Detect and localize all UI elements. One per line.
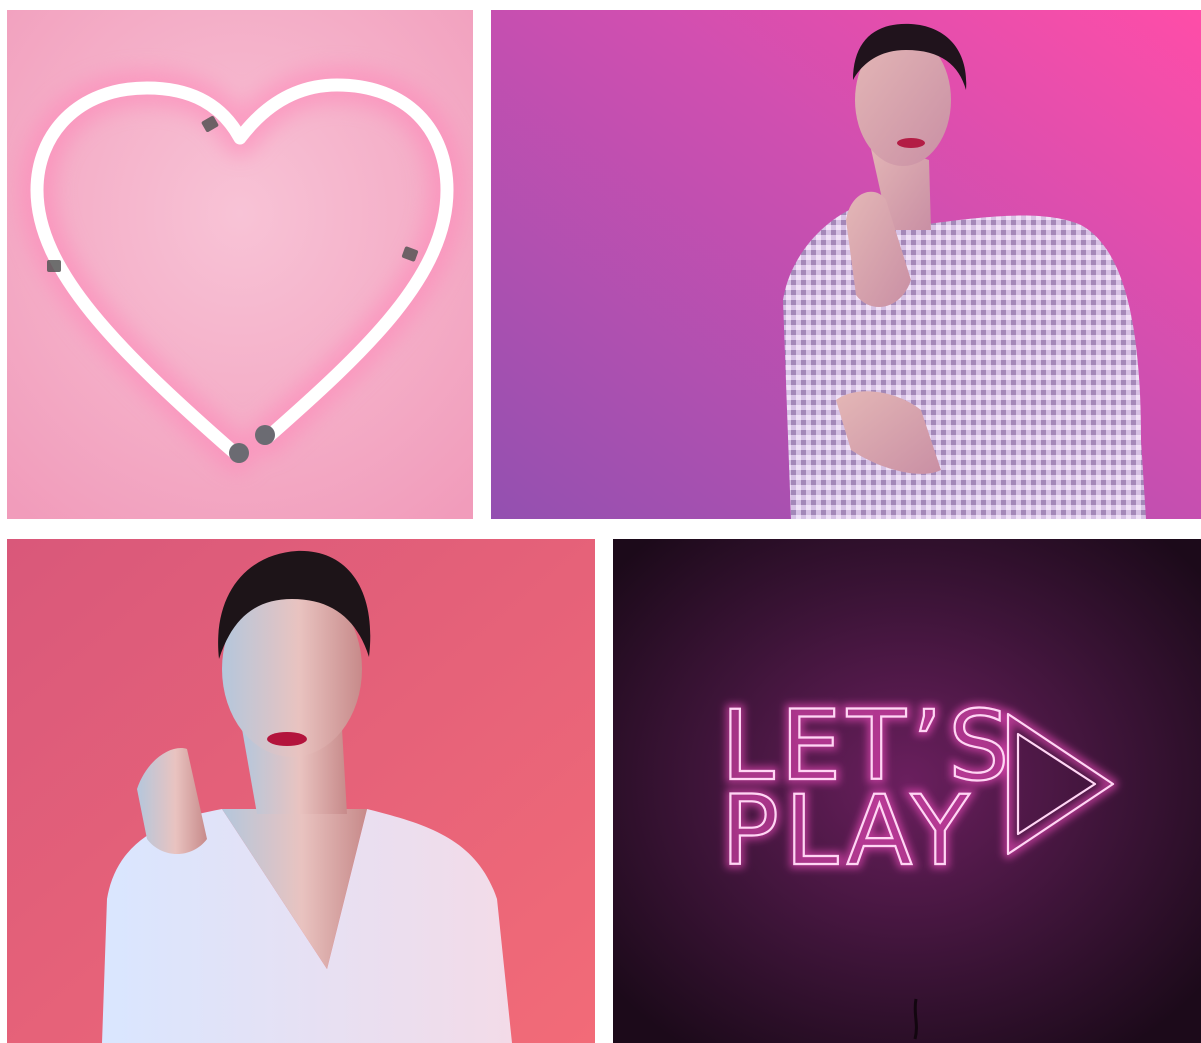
neon-heart-photo [7, 10, 473, 519]
portrait-white-blazer-photo [7, 539, 595, 1043]
neon-heart-graphic [7, 10, 473, 519]
portrait-sequin-jacket-photo [491, 10, 1201, 519]
sign-power-cable [913, 998, 918, 1040]
neon-line-2: PLAY [721, 775, 975, 887]
portrait-sequin-graphic [491, 10, 1201, 519]
neon-sign-graphic: LET’S PLAY LET’S PLAY [613, 539, 1201, 1043]
portrait-white-graphic [7, 539, 595, 1043]
neon-sign-photo: LET’S PLAY LET’S PLAY [613, 539, 1201, 1043]
